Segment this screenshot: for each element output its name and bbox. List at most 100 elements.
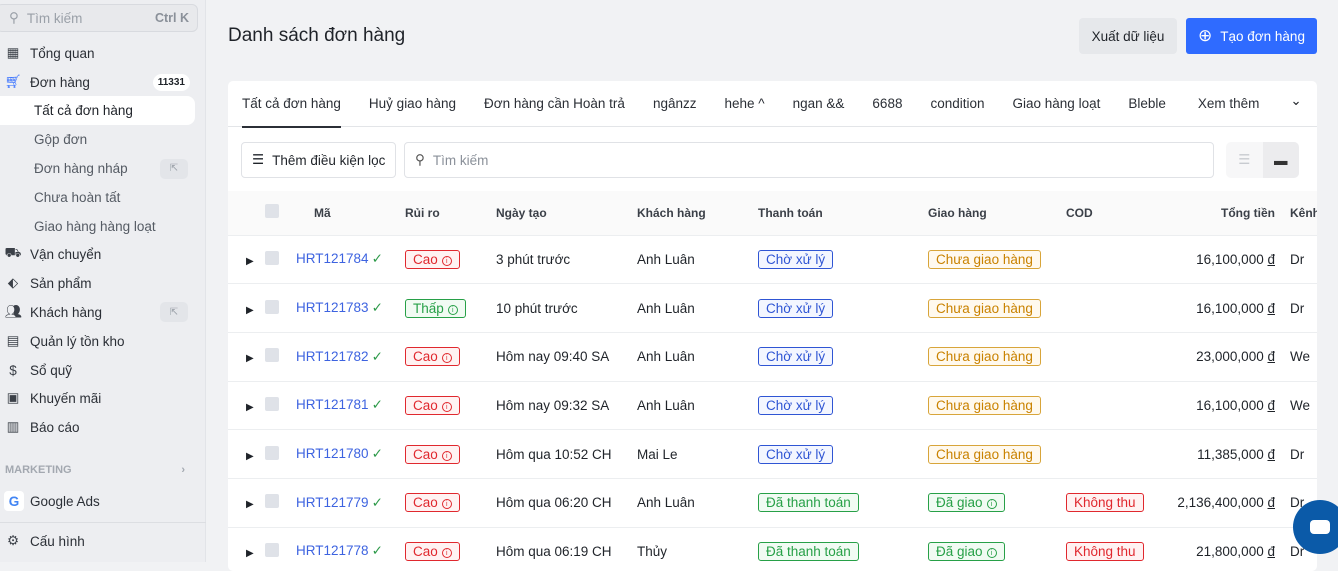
row-checkbox[interactable] — [265, 299, 279, 314]
payment-cell: Chờ xử lý — [758, 429, 928, 479]
google-icon: G — [4, 491, 24, 511]
orders-count-badge: 11331 — [152, 73, 190, 91]
currency: đ — [1267, 543, 1275, 559]
tab-9[interactable]: Bleble — [1128, 81, 1166, 127]
table-row[interactable]: ▶ HRT121780 ✓ Cao i Hôm qua 10:52 CH Mai L… — [228, 429, 1317, 479]
table-row[interactable]: ▶ HRT121779 ✓ Cao i Hôm qua 06:20 CH Anh L… — [228, 478, 1317, 528]
sidebar-item-shipping[interactable]: ⛟ Vận chuyển — [0, 240, 206, 268]
sidebar-item-google-ads[interactable]: G Google Ads — [0, 487, 206, 515]
caret-right-icon[interactable]: ▶ — [246, 305, 254, 316]
info-icon[interactable]: i — [441, 353, 452, 364]
order-code-link[interactable]: HRT121781 — [296, 397, 369, 412]
info-icon[interactable]: i — [986, 499, 997, 510]
expand-cell: ▶ — [228, 381, 265, 431]
payment-status-badge: Chờ xử lý — [758, 347, 834, 367]
row-checkbox[interactable] — [265, 445, 279, 460]
shipping-cell: Chưa giao hàng — [928, 283, 1066, 333]
info-icon[interactable]: i — [441, 255, 452, 266]
sidebar-sub-incomplete[interactable]: Chưa hoàn tất — [0, 183, 195, 212]
cod-cell: Không thu — [1066, 478, 1160, 528]
code-cell: HRT121780 ✓ — [296, 429, 405, 479]
create-order-button[interactable]: ⊕ Tạo đơn hàng — [1186, 18, 1317, 54]
info-icon[interactable]: i — [441, 450, 452, 461]
sidebar-sub-bulk-shipping[interactable]: Giao hàng hàng loạt — [0, 212, 195, 241]
add-filter-button[interactable]: ☰ Thêm điều kiện lọc — [241, 142, 396, 178]
tab-5[interactable]: ngan && — [793, 81, 845, 127]
sidebar-item-reports[interactable]: ▥ Báo cáo — [0, 413, 206, 441]
chat-button[interactable] — [1293, 500, 1338, 554]
view-toggle: ☰ ▬ — [1226, 142, 1299, 178]
open-external-icon[interactable]: ⇱ — [160, 302, 188, 322]
sidebar-item-settings[interactable]: ⚙ Cấu hình — [0, 527, 206, 555]
tab-2[interactable]: Đơn hàng cần Hoàn trả — [484, 81, 625, 127]
table-row[interactable]: ▶ HRT121783 ✓ Thấp i 10 phút trước Anh Luâ… — [228, 283, 1317, 333]
caret-right-icon[interactable]: ▶ — [246, 256, 254, 267]
order-search-input[interactable]: ⚲ Tìm kiếm — [404, 142, 1214, 178]
select-all-checkbox[interactable] — [265, 204, 279, 219]
caret-right-icon[interactable]: ▶ — [246, 402, 254, 413]
order-code-link[interactable]: HRT121784 — [296, 251, 369, 266]
info-icon[interactable]: i — [986, 547, 997, 558]
caret-right-icon[interactable]: ▶ — [246, 451, 254, 462]
sidebar-item-products[interactable]: ⬖ Sản phẩm — [0, 269, 206, 297]
row-checkbox[interactable] — [265, 542, 279, 557]
shipping-status-badge: Đã giao i — [928, 541, 1005, 561]
shipping-status-badge: Chưa giao hàng — [928, 249, 1041, 269]
section-label: MARKETING — [5, 464, 72, 476]
payment-status-badge: Chờ xử lý — [758, 298, 834, 318]
order-code-link[interactable]: HRT121779 — [296, 495, 369, 510]
marketing-section[interactable]: MARKETING › — [5, 464, 185, 476]
info-icon[interactable]: i — [447, 304, 458, 315]
info-icon[interactable]: i — [441, 499, 452, 510]
info-icon[interactable]: i — [441, 547, 452, 558]
sidebar-item-cashbook[interactable]: $ Sổ quỹ — [0, 356, 206, 384]
table-row[interactable]: ▶ HRT121778 ✓ Cao i Hôm qua 06:19 CH Thủy … — [228, 527, 1317, 571]
row-checkbox[interactable] — [265, 396, 279, 411]
tab-4[interactable]: hehe ^ — [725, 81, 765, 127]
code-cell: HRT121783 ✓ — [296, 283, 405, 333]
row-checkbox[interactable] — [265, 250, 279, 265]
order-code-link[interactable]: HRT121782 — [296, 349, 369, 364]
table-row[interactable]: ▶ HRT121784 ✓ Cao i 3 phút trước Anh Luân … — [228, 235, 1317, 285]
shipping-status-badge: Đã giao i — [928, 493, 1005, 513]
currency: đ — [1267, 397, 1275, 413]
sidebar-search[interactable]: ⚲ Tìm kiếm Ctrl K — [0, 4, 198, 32]
caret-right-icon[interactable]: ▶ — [246, 548, 254, 559]
sidebar-item-promotions[interactable]: ▣ Khuyến mãi — [0, 384, 206, 412]
open-external-icon[interactable]: ⇱ — [160, 158, 188, 179]
order-code-link[interactable]: HRT121783 — [296, 300, 369, 315]
tab-10[interactable]: Xem thêm — [1198, 81, 1260, 127]
sidebar-item-overview[interactable]: ▦ Tổng quan — [0, 39, 206, 67]
tab-3[interactable]: ngânzz — [653, 81, 697, 127]
tab-7[interactable]: condition — [930, 81, 984, 127]
tab-8[interactable]: Giao hàng loạt — [1013, 81, 1101, 127]
chart-icon: ▥ — [6, 419, 20, 434]
row-checkbox[interactable] — [265, 348, 279, 363]
sidebar-sub-all-orders[interactable]: Tất cả đơn hàng — [0, 96, 195, 125]
info-icon[interactable]: i — [441, 401, 452, 412]
compact-view-icon[interactable]: ▬ — [1262, 142, 1299, 178]
tab-6[interactable]: 6688 — [872, 81, 902, 127]
sidebar-sub-merge[interactable]: Gộp đơn — [0, 125, 195, 154]
risk-cell: Cao i — [405, 235, 496, 285]
tab-1[interactable]: Huỷ giao hàng — [369, 81, 456, 127]
sidebar-item-orders[interactable]: 🛒︎ Đơn hàng 11331 — [0, 68, 206, 96]
list-view-icon[interactable]: ☰ — [1226, 142, 1263, 178]
sidebar-item-customers[interactable]: 👥︎ Khách hàng ⇱ — [0, 298, 206, 326]
table-row[interactable]: ▶ HRT121782 ✓ Cao i Hôm nay 09:40 SA Anh L… — [228, 332, 1317, 382]
caret-right-icon[interactable]: ▶ — [246, 353, 254, 364]
payment-status-badge: Đã thanh toán — [758, 541, 859, 561]
export-button[interactable]: Xuất dữ liệu — [1079, 18, 1177, 54]
sidebar-sub-draft[interactable]: Đơn hàng nháp ⇱ — [0, 154, 195, 183]
order-code-link[interactable]: HRT121778 — [296, 543, 369, 558]
caret-right-icon[interactable]: ▶ — [246, 499, 254, 510]
payment-cell: Chờ xử lý — [758, 235, 928, 285]
cod-cell — [1066, 381, 1160, 431]
shortcut-hint: Ctrl K — [154, 11, 189, 25]
row-checkbox[interactable] — [265, 494, 279, 509]
sidebar-item-inventory[interactable]: ▤ Quản lý tồn kho — [0, 327, 206, 355]
order-code-link[interactable]: HRT121780 — [296, 446, 369, 461]
table-row[interactable]: ▶ HRT121781 ✓ Cao i Hôm nay 09:32 SA Anh L… — [228, 381, 1317, 431]
tab-0[interactable]: Tất cả đơn hàng — [242, 81, 341, 128]
filter-icon: ☰ — [252, 152, 265, 167]
